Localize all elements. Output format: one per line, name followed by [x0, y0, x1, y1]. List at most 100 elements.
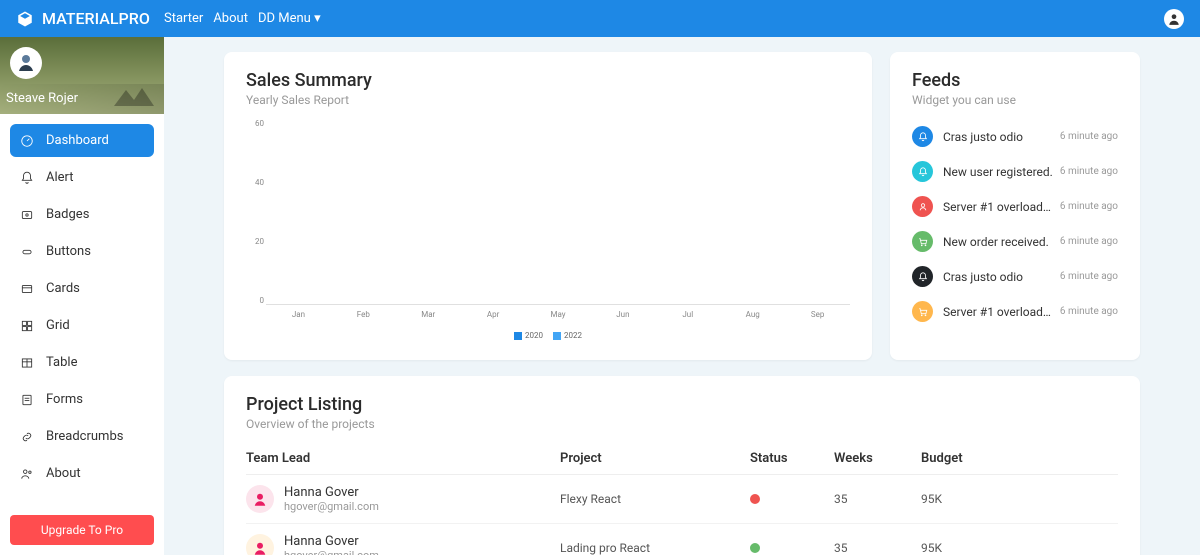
- th-lead: Team Lead: [246, 451, 560, 466]
- th-weeks: Weeks: [834, 451, 921, 466]
- sidebar-item-cards[interactable]: Cards: [10, 272, 154, 305]
- feed-item[interactable]: Server #1 overloaded. 6 minute ago: [912, 294, 1118, 329]
- sidebar-item-label: Table: [46, 355, 77, 370]
- cell-project: Flexy React: [560, 492, 750, 506]
- th-budget: Budget: [921, 451, 1118, 466]
- user-avatar[interactable]: [1164, 9, 1184, 29]
- sidebar-item-label: Grid: [46, 318, 70, 333]
- feed-text: New order received.: [943, 235, 1056, 249]
- feed-item[interactable]: New user registered.6 minute ago: [912, 154, 1118, 189]
- lead-email: hgover@gmail.com: [284, 500, 379, 513]
- chart-legend: 2020 2022: [246, 329, 850, 342]
- sidebar-item-label: Buttons: [46, 244, 91, 259]
- sidebar-item-label: Forms: [46, 392, 83, 407]
- nav-ddmenu[interactable]: DD Menu ▾: [258, 3, 321, 34]
- feeds-title: Feeds: [912, 70, 1118, 91]
- table-header: Team Lead Project Status Weeks Budget: [246, 443, 1118, 475]
- feed-time: 6 minute ago: [1060, 306, 1118, 317]
- table-row[interactable]: Hanna Goverhgover@gmail.com Lading pro Re…: [246, 524, 1118, 555]
- bell-icon: [912, 161, 933, 182]
- lead-name: Hanna Gover: [284, 485, 379, 500]
- profile-name: Steave Rojer: [6, 91, 78, 106]
- main-content: Sales Summary Yearly Sales Report 604020…: [164, 37, 1200, 555]
- th-project: Project: [560, 451, 750, 466]
- app-header: MATERIALPRO Starter About DD Menu ▾: [0, 0, 1200, 37]
- feed-item[interactable]: Server #1 overloaded.6 minute ago: [912, 189, 1118, 224]
- project-listing-card: Project Listing Overview of the projects…: [224, 376, 1140, 555]
- cell-budget: 95K: [921, 541, 1118, 555]
- button-icon: [20, 245, 34, 259]
- avatar: [246, 534, 274, 555]
- sidebar-item-label: About: [46, 466, 81, 481]
- feed-time: 6 minute ago: [1060, 131, 1118, 142]
- person-icon: [1167, 12, 1181, 26]
- sidebar-item-forms[interactable]: Forms: [10, 383, 154, 416]
- feed-item[interactable]: New order received. 6 minute ago: [912, 224, 1118, 259]
- nav-starter[interactable]: Starter: [164, 3, 203, 34]
- user-icon: [912, 196, 933, 217]
- bell-icon: [912, 266, 933, 287]
- feed-time: 6 minute ago: [1060, 201, 1118, 212]
- feed-item[interactable]: Cras justo odio6 minute ago: [912, 259, 1118, 294]
- sidebar-item-label: Dashboard: [46, 133, 109, 148]
- sidebar-item-buttons[interactable]: Buttons: [10, 235, 154, 268]
- sidebar-item-dashboard[interactable]: Dashboard: [10, 124, 154, 157]
- feeds-list: Cras justo odio 6 minute ago New user regi…: [912, 119, 1118, 329]
- projects-table: Team Lead Project Status Weeks Budget Ha…: [246, 443, 1118, 555]
- projects-subtitle: Overview of the projects: [246, 417, 1118, 431]
- brand-text: MATERIALPRO: [42, 9, 150, 28]
- table-icon: [20, 356, 34, 370]
- link-icon: [20, 430, 34, 444]
- top-nav: Starter About DD Menu ▾: [164, 3, 321, 34]
- sidebar-item-grid[interactable]: Grid: [10, 309, 154, 342]
- legend-2020: 2020: [514, 331, 543, 340]
- upgrade-button[interactable]: Upgrade To Pro: [10, 515, 154, 545]
- feed-text: New user registered.: [943, 165, 1056, 179]
- table-row[interactable]: Hanna Goverhgover@gmail.com Flexy React 35…: [246, 475, 1118, 524]
- bell-icon: [20, 171, 34, 185]
- sidebar-item-badges[interactable]: Badges: [10, 198, 154, 231]
- feed-text: Cras justo odio: [943, 130, 1056, 144]
- feeds-subtitle: Widget you can use: [912, 93, 1118, 107]
- brand-logo[interactable]: MATERIALPRO: [16, 9, 164, 28]
- feeds-card: Feeds Widget you can use Cras justo odio…: [890, 52, 1140, 360]
- card-icon: [20, 282, 34, 296]
- badge-icon: [20, 208, 34, 222]
- sidebar: Steave Rojer Dashboard Alert Badges Buttons…: [0, 37, 164, 555]
- feed-text: Server #1 overloaded.: [943, 305, 1056, 319]
- sales-summary-card: Sales Summary Yearly Sales Report 604020…: [224, 52, 872, 360]
- profile-banner: Steave Rojer: [0, 37, 164, 114]
- cell-budget: 95K: [921, 492, 1118, 506]
- sidebar-item-about[interactable]: About: [10, 457, 154, 490]
- sidebar-item-alert[interactable]: Alert: [10, 161, 154, 194]
- profile-avatar[interactable]: [10, 47, 42, 79]
- sidebar-item-label: Alert: [46, 170, 74, 185]
- th-status: Status: [750, 451, 834, 466]
- cell-project: Lading pro React: [560, 541, 750, 555]
- projects-title: Project Listing: [246, 394, 1118, 415]
- form-icon: [20, 393, 34, 407]
- nav-about[interactable]: About: [213, 3, 248, 34]
- lead-email: hgover@gmail.com: [284, 549, 379, 555]
- legend-2022: 2022: [553, 331, 582, 340]
- feed-text: Cras justo odio: [943, 270, 1056, 284]
- cart-icon: [912, 301, 933, 322]
- lead-name: Hanna Gover: [284, 534, 379, 549]
- cell-weeks: 35: [834, 492, 921, 506]
- sidebar-item-breadcrumbs[interactable]: Breadcrumbs: [10, 420, 154, 453]
- sidebar-item-label: Cards: [46, 281, 80, 296]
- cell-weeks: 35: [834, 541, 921, 555]
- sidebar-menu: Dashboard Alert Badges Buttons Cards Grid Tabl…: [0, 114, 164, 515]
- sales-title: Sales Summary: [246, 70, 850, 91]
- avatar: [246, 485, 274, 513]
- sidebar-item-table[interactable]: Table: [10, 346, 154, 379]
- chart-plot: [266, 119, 850, 305]
- feed-item[interactable]: Cras justo odio 6 minute ago: [912, 119, 1118, 154]
- sidebar-item-label: Breadcrumbs: [46, 429, 123, 444]
- cart-icon: [912, 231, 933, 252]
- sidebar-item-label: Badges: [46, 207, 89, 222]
- feed-time: 6 minute ago: [1060, 236, 1118, 247]
- status-dot: [750, 494, 760, 504]
- avatar-icon: [14, 51, 38, 75]
- chart-y-axis: 6040200: [246, 119, 264, 305]
